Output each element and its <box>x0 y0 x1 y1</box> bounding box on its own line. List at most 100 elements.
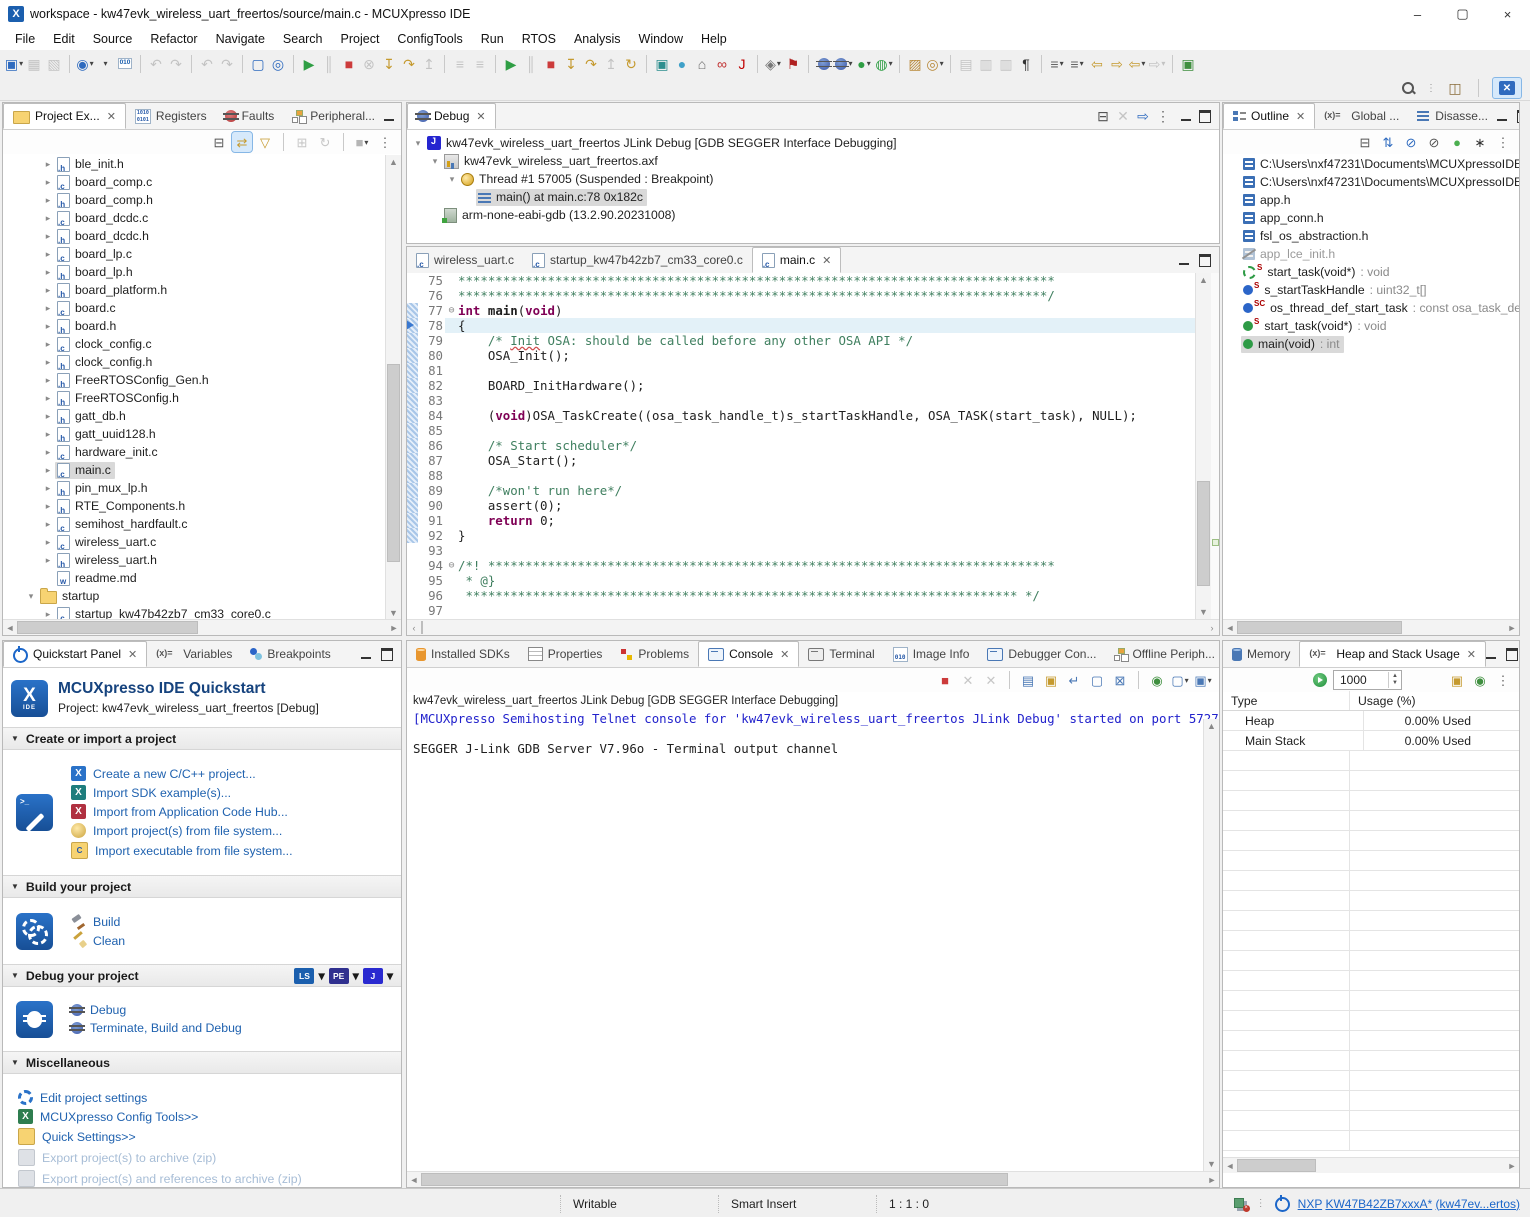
outline-label-wrap[interactable]: fsl_os_abstraction.h <box>1241 228 1372 245</box>
expander-icon[interactable]: ▸ <box>41 375 55 386</box>
explorer-item-ble-init-h[interactable]: ▸ble_init.h <box>3 155 385 173</box>
expander-icon[interactable]: ▸ <box>41 249 55 260</box>
expander-icon[interactable]: ▸ <box>41 447 55 458</box>
hide-static[interactable]: ⊘ <box>1424 132 1444 152</box>
explorer-horizontal-scrollbar[interactable]: ◄► <box>3 619 401 635</box>
remove-flag[interactable]: ⚑ <box>783 53 803 75</box>
menu-configtools[interactable]: ConfigTools <box>388 30 471 48</box>
tab-properties[interactable]: Properties <box>519 641 612 667</box>
explorer-label-wrap[interactable]: semihost_hardfault.c <box>55 516 191 533</box>
explorer-label-wrap[interactable]: RTE_Components.h <box>55 498 189 515</box>
outline-item-start-task-void[interactable]: Sstart_task(void*) : void <box>1223 263 1519 281</box>
expander-icon[interactable]: ▸ <box>41 537 55 548</box>
explorer-label-wrap[interactable]: startup_kw47b42zb7_cm33_core0.c <box>55 606 275 621</box>
menu-navigate[interactable]: Navigate <box>207 30 274 48</box>
expander-icon[interactable]: ▸ <box>41 321 55 332</box>
menu-source[interactable]: Source <box>84 30 142 48</box>
explorer-item-hardware-init-c[interactable]: ▸hardware_init.c <box>3 443 385 461</box>
link-clean[interactable]: Clean <box>71 933 125 948</box>
clear-console[interactable]: ▤ <box>1018 670 1038 690</box>
word-wrap[interactable]: ↵ <box>1064 670 1084 690</box>
expander-icon[interactable]: ▾ <box>411 138 425 149</box>
line-number[interactable]: 81 <box>418 363 445 378</box>
refresh-debug[interactable]: ↻ <box>621 53 641 75</box>
view-menu[interactable]: ⋮ <box>375 132 395 152</box>
expander-icon[interactable]: ▸ <box>41 609 55 620</box>
explorer-vertical-scrollbar[interactable]: ▲▼ <box>385 155 401 620</box>
close-icon[interactable]: ✕ <box>1296 110 1305 123</box>
outline-item-s-starttaskhandle[interactable]: Ss_startTaskHandle : uint32_t[] <box>1223 281 1519 299</box>
minimize-view-icon[interactable] <box>1497 111 1507 121</box>
minimize-view-icon[interactable] <box>1181 111 1191 121</box>
launch-power-icon[interactable] <box>1275 1197 1290 1212</box>
explorer-label-wrap[interactable]: gatt_uuid128.h <box>55 426 160 443</box>
line-number[interactable]: 79 <box>418 333 445 348</box>
collapse-all[interactable]: ⊟ <box>209 132 229 152</box>
debug-config-dd[interactable]: ▾ <box>834 53 854 75</box>
close-icon[interactable]: ✕ <box>128 648 137 661</box>
filter[interactable]: ▽ <box>255 132 275 152</box>
expander-icon[interactable]: ▸ <box>41 177 55 188</box>
explorer-label-wrap[interactable]: board.c <box>55 300 120 317</box>
tab-problems[interactable]: Problems <box>611 641 698 667</box>
outline-horizontal-scrollbar[interactable]: ◄► <box>1223 619 1519 635</box>
explorer-label-wrap[interactable]: board_lp.c <box>55 246 136 263</box>
link-import-from-application-code-hub[interactable]: XImport from Application Code Hub... <box>71 804 293 819</box>
world[interactable]: ● <box>672 53 692 75</box>
close-button[interactable]: × <box>1485 0 1530 28</box>
outline-item-app-h[interactable]: app.h <box>1223 191 1519 209</box>
explorer-item-clock-config-c[interactable]: ▸clock_config.c <box>3 335 385 353</box>
terminate[interactable]: ■ <box>339 53 359 75</box>
menu-refactor[interactable]: Refactor <box>141 30 206 48</box>
debug-item-thread-1-57005-suspended-breakpoint[interactable]: ▾Thread #1 57005 (Suspended : Breakpoint… <box>407 170 1219 188</box>
probe-jlink[interactable]: J <box>363 968 383 984</box>
probe-jlink-dropdown[interactable]: ▾ <box>387 969 393 983</box>
menu-project[interactable]: Project <box>332 30 389 48</box>
develop-perspective-button[interactable]: ✕ <box>1492 77 1522 99</box>
minimize-view-icon[interactable] <box>1179 255 1189 265</box>
menu-run[interactable]: Run <box>472 30 513 48</box>
view-menu[interactable]: ⋮ <box>1493 670 1513 690</box>
minimize-button[interactable]: – <box>1395 0 1440 28</box>
fold-marker-icon[interactable]: ⊖ <box>445 303 458 318</box>
explorer-item-board-lp-c[interactable]: ▸board_lp.c <box>3 245 385 263</box>
run-config[interactable]: ●▾ <box>854 53 874 75</box>
tab-installed-sdks[interactable]: Installed SDKs <box>407 641 519 667</box>
explorer-label-wrap[interactable]: startup <box>38 588 103 605</box>
maximize-view-icon[interactable] <box>1199 110 1211 123</box>
outline-label-wrap[interactable]: SCos_thread_def_start_task : const osa_t… <box>1241 300 1519 317</box>
expander-icon[interactable]: ▾ <box>428 156 442 167</box>
menu-analysis[interactable]: Analysis <box>565 30 630 48</box>
refresh-interval-spinner[interactable]: 1000 ▲▼ <box>1333 670 1402 690</box>
tab-heap-and-stack-usage[interactable]: Heap and Stack Usage✕ <box>1299 641 1486 667</box>
link-debug[interactable]: Debug <box>71 1003 242 1017</box>
pdf-tool[interactable]: J <box>732 53 752 75</box>
minimize-view-icon[interactable] <box>384 111 394 121</box>
explorer-label-wrap[interactable]: board_comp.h <box>55 192 157 209</box>
outline-label-wrap[interactable]: C:\Users\nxf47231\Documents\MCUXpressoID… <box>1241 156 1519 173</box>
back-yellow[interactable]: ⇦ <box>1087 53 1107 75</box>
explorer-label-wrap[interactable]: board_lp.h <box>55 264 137 281</box>
explorer-item-board-c[interactable]: ▸board.c <box>3 299 385 317</box>
step-over[interactable]: ↷ <box>399 53 419 75</box>
explorer-label-wrap[interactable]: pin_mux_lp.h <box>55 480 152 497</box>
pin-console[interactable]: ◉ <box>1147 670 1167 690</box>
menu-window[interactable]: Window <box>630 30 692 48</box>
build[interactable]: ▾ <box>95 53 115 75</box>
home[interactable]: ⌂ <box>692 53 712 75</box>
outline-item-app-conn-h[interactable]: app_conn.h <box>1223 209 1519 227</box>
explorer-item-wireless-uart-h[interactable]: ▸wireless_uart.h <box>3 551 385 569</box>
close-icon[interactable]: ✕ <box>476 110 485 123</box>
run-heap-check-button[interactable] <box>1313 673 1327 687</box>
explorer-item-semihost-hardfault-c[interactable]: ▸semihost_hardfault.c <box>3 515 385 533</box>
line-number[interactable]: 80 <box>418 348 445 363</box>
explorer-item-main-c[interactable]: ▸main.c <box>3 461 385 479</box>
expander-icon[interactable]: ▸ <box>41 339 55 350</box>
expander-icon[interactable]: ▸ <box>41 195 55 206</box>
outline-item-fsl-os-abstraction-h[interactable]: fsl_os_abstraction.h <box>1223 227 1519 245</box>
tab-project-ex[interactable]: Project Ex...✕ <box>3 103 126 129</box>
link-create-a-new-c-c-project[interactable]: XCreate a new C/C++ project... <box>71 766 293 781</box>
menu-search[interactable]: Search <box>274 30 332 48</box>
line-number[interactable]: 90 <box>418 498 445 513</box>
line-number[interactable]: 84 <box>418 408 445 423</box>
